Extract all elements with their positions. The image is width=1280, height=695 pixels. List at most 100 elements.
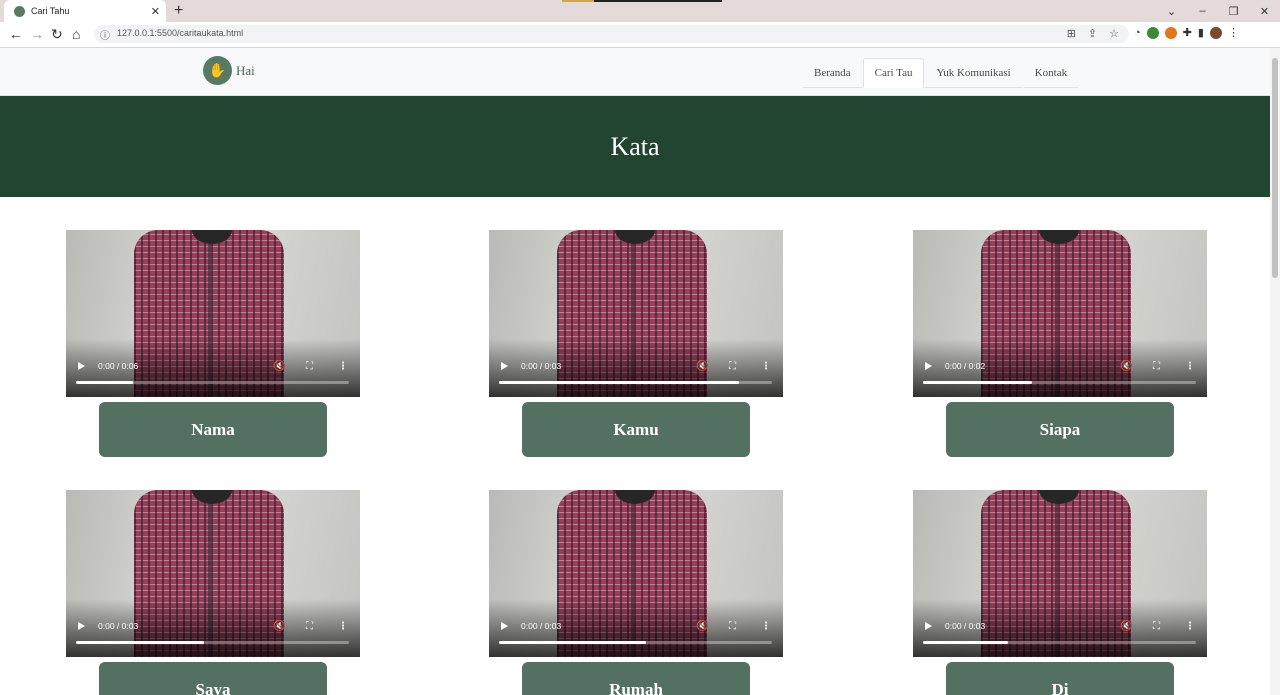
mute-icon[interactable]: 🔇 [1120,621,1132,632]
scroll-thumb[interactable] [1272,58,1278,278]
reload-icon[interactable]: ↻ [51,26,63,43]
extension-green-icon[interactable] [1146,26,1159,39]
word-card: 0:00 / 0:03 🔇 ⛶ ⋮ Saya [66,490,360,695]
progress-fill [76,381,134,384]
nav-beranda[interactable]: Beranda [802,58,863,88]
close-tab-icon[interactable]: ✕ [151,5,160,18]
bookmark-star-icon[interactable]: ☆ [1109,27,1119,40]
site-navbar: ✋ Hai Beranda Cari Tau Yuk Komunikasi Ko… [0,48,1270,96]
video-menu-icon[interactable]: ⋮ [761,361,771,372]
new-tab-icon[interactable]: + [174,2,183,20]
video-menu-icon[interactable]: ⋮ [338,621,348,632]
play-icon[interactable] [925,622,932,630]
video-time: 0:00 / 0:03 [521,361,562,371]
forward-icon[interactable]: → [30,26,44,42]
word-button[interactable]: Di [946,662,1174,695]
extension-icon[interactable]: ◔ [1134,27,1141,39]
brand-logo-icon: ✋ [203,56,232,85]
video-menu-icon[interactable]: ⋮ [1185,621,1195,632]
sign-video[interactable]: 0:00 / 0:03 🔇 ⛶ ⋮ [489,230,783,397]
fullscreen-icon[interactable]: ⛶ [1153,621,1160,632]
word-button[interactable]: Nama [99,402,327,457]
fullscreen-icon[interactable]: ⛶ [1153,361,1160,372]
video-progress[interactable] [923,641,1196,644]
video-controls: 0:00 / 0:06 🔇 ⛶ ⋮ [66,339,360,397]
nav-kontak[interactable]: Kontak [1022,58,1080,88]
translate-icon[interactable]: ⊞ [1067,27,1076,40]
page-viewport: ✋ Hai Beranda Cari Tau Yuk Komunikasi Ko… [0,48,1270,695]
browser-menu-icon[interactable]: ⋮ [1228,26,1239,39]
mute-icon[interactable]: 🔇 [696,361,708,372]
video-time: 0:00 / 0:03 [521,621,562,631]
mute-icon[interactable]: 🔇 [1120,361,1132,372]
word-card: 0:00 / 0:06 🔇 ⛶ ⋮ Nama [66,230,360,457]
progress-fill [499,641,647,644]
video-menu-icon[interactable]: ⋮ [761,621,771,632]
progress-fill [923,381,1033,384]
nav-yuk-komunikasi[interactable]: Yuk Komunikasi [924,58,1023,88]
video-progress[interactable] [76,641,349,644]
extensions-area: ◔ ✚ ▮ ⋮ [1134,26,1239,39]
mute-icon[interactable]: 🔇 [273,361,285,372]
video-controls: 0:00 / 0:03 🔇 ⛶ ⋮ [489,339,783,397]
word-button[interactable]: Rumah [522,662,750,695]
fullscreen-icon[interactable]: ⛶ [729,621,736,632]
sign-video[interactable]: 0:00 / 0:02 🔇 ⛶ ⋮ [913,230,1207,397]
tab-search-icon[interactable]: ⌄ [1156,5,1187,18]
play-icon[interactable] [78,362,85,370]
video-time: 0:00 / 0:02 [945,361,986,371]
play-icon[interactable] [501,622,508,630]
play-icon[interactable] [78,622,85,630]
mute-icon[interactable]: 🔇 [273,621,285,632]
word-button[interactable]: Saya [99,662,327,695]
sign-video[interactable]: 0:00 / 0:03 🔇 ⛶ ⋮ [489,490,783,657]
browser-tab[interactable]: Cari Tahu ✕ [4,0,166,22]
word-card: 0:00 / 0:03 🔇 ⛶ ⋮ Kamu [489,230,783,457]
sign-video[interactable]: 0:00 / 0:03 🔇 ⛶ ⋮ [66,490,360,657]
address-bar[interactable]: ⓘ 127.0.0.1:5500/caritaukata.html ⊞ ⇪ ☆ [94,25,1129,43]
video-menu-icon[interactable]: ⋮ [338,361,348,372]
page-scrollbar[interactable] [1270,48,1280,695]
hero-banner: Kata [0,96,1270,197]
mute-icon[interactable]: 🔇 [696,621,708,632]
share-icon[interactable]: ⇪ [1088,27,1097,40]
play-icon[interactable] [925,362,932,370]
word-button[interactable]: Siapa [946,402,1174,457]
video-menu-icon[interactable]: ⋮ [1185,361,1195,372]
fullscreen-icon[interactable]: ⛶ [306,621,313,632]
site-info-icon[interactable]: ⓘ [100,27,110,42]
profile-avatar[interactable] [1209,26,1222,39]
media-indicator [562,0,722,2]
puzzle-icon[interactable]: ✚ [1183,26,1192,39]
video-progress[interactable] [923,381,1196,384]
play-icon[interactable] [501,362,508,370]
progress-fill [76,641,205,644]
home-icon[interactable]: ⌂ [72,26,80,42]
progress-fill [499,381,740,384]
sign-video[interactable]: 0:00 / 0:06 🔇 ⛶ ⋮ [66,230,360,397]
nav-tabs: Beranda Cari Tau Yuk Komunikasi Kontak [802,58,1080,88]
video-progress[interactable] [499,381,772,384]
close-window-icon[interactable]: ✕ [1249,5,1280,18]
video-progress[interactable] [499,641,772,644]
brand-text: Hai [236,62,255,78]
sign-video[interactable]: 0:00 / 0:03 🔇 ⛶ ⋮ [913,490,1207,657]
restore-icon[interactable]: ❐ [1218,5,1249,18]
word-card: 0:00 / 0:03 🔇 ⛶ ⋮ Di [913,490,1207,695]
browser-tab-strip: Cari Tahu ✕ + ⌄ – ❐ ✕ [0,0,1280,22]
extension-fox-icon[interactable] [1164,26,1177,39]
word-button[interactable]: Kamu [522,402,750,457]
video-progress[interactable] [76,381,349,384]
sidepanel-icon[interactable]: ▮ [1198,26,1204,39]
back-icon[interactable]: ← [9,26,23,42]
page-title: Kata [610,131,660,161]
video-time: 0:00 / 0:03 [98,621,139,631]
minimize-icon[interactable]: – [1187,5,1218,17]
window-controls: ⌄ – ❐ ✕ [1156,0,1280,22]
favicon-icon [14,5,25,17]
url-text: 127.0.0.1:5500/caritaukata.html [117,28,244,38]
fullscreen-icon[interactable]: ⛶ [306,361,313,372]
brand[interactable]: ✋ Hai [203,56,255,85]
fullscreen-icon[interactable]: ⛶ [729,361,736,372]
nav-cari-tau[interactable]: Cari Tau [862,58,925,88]
